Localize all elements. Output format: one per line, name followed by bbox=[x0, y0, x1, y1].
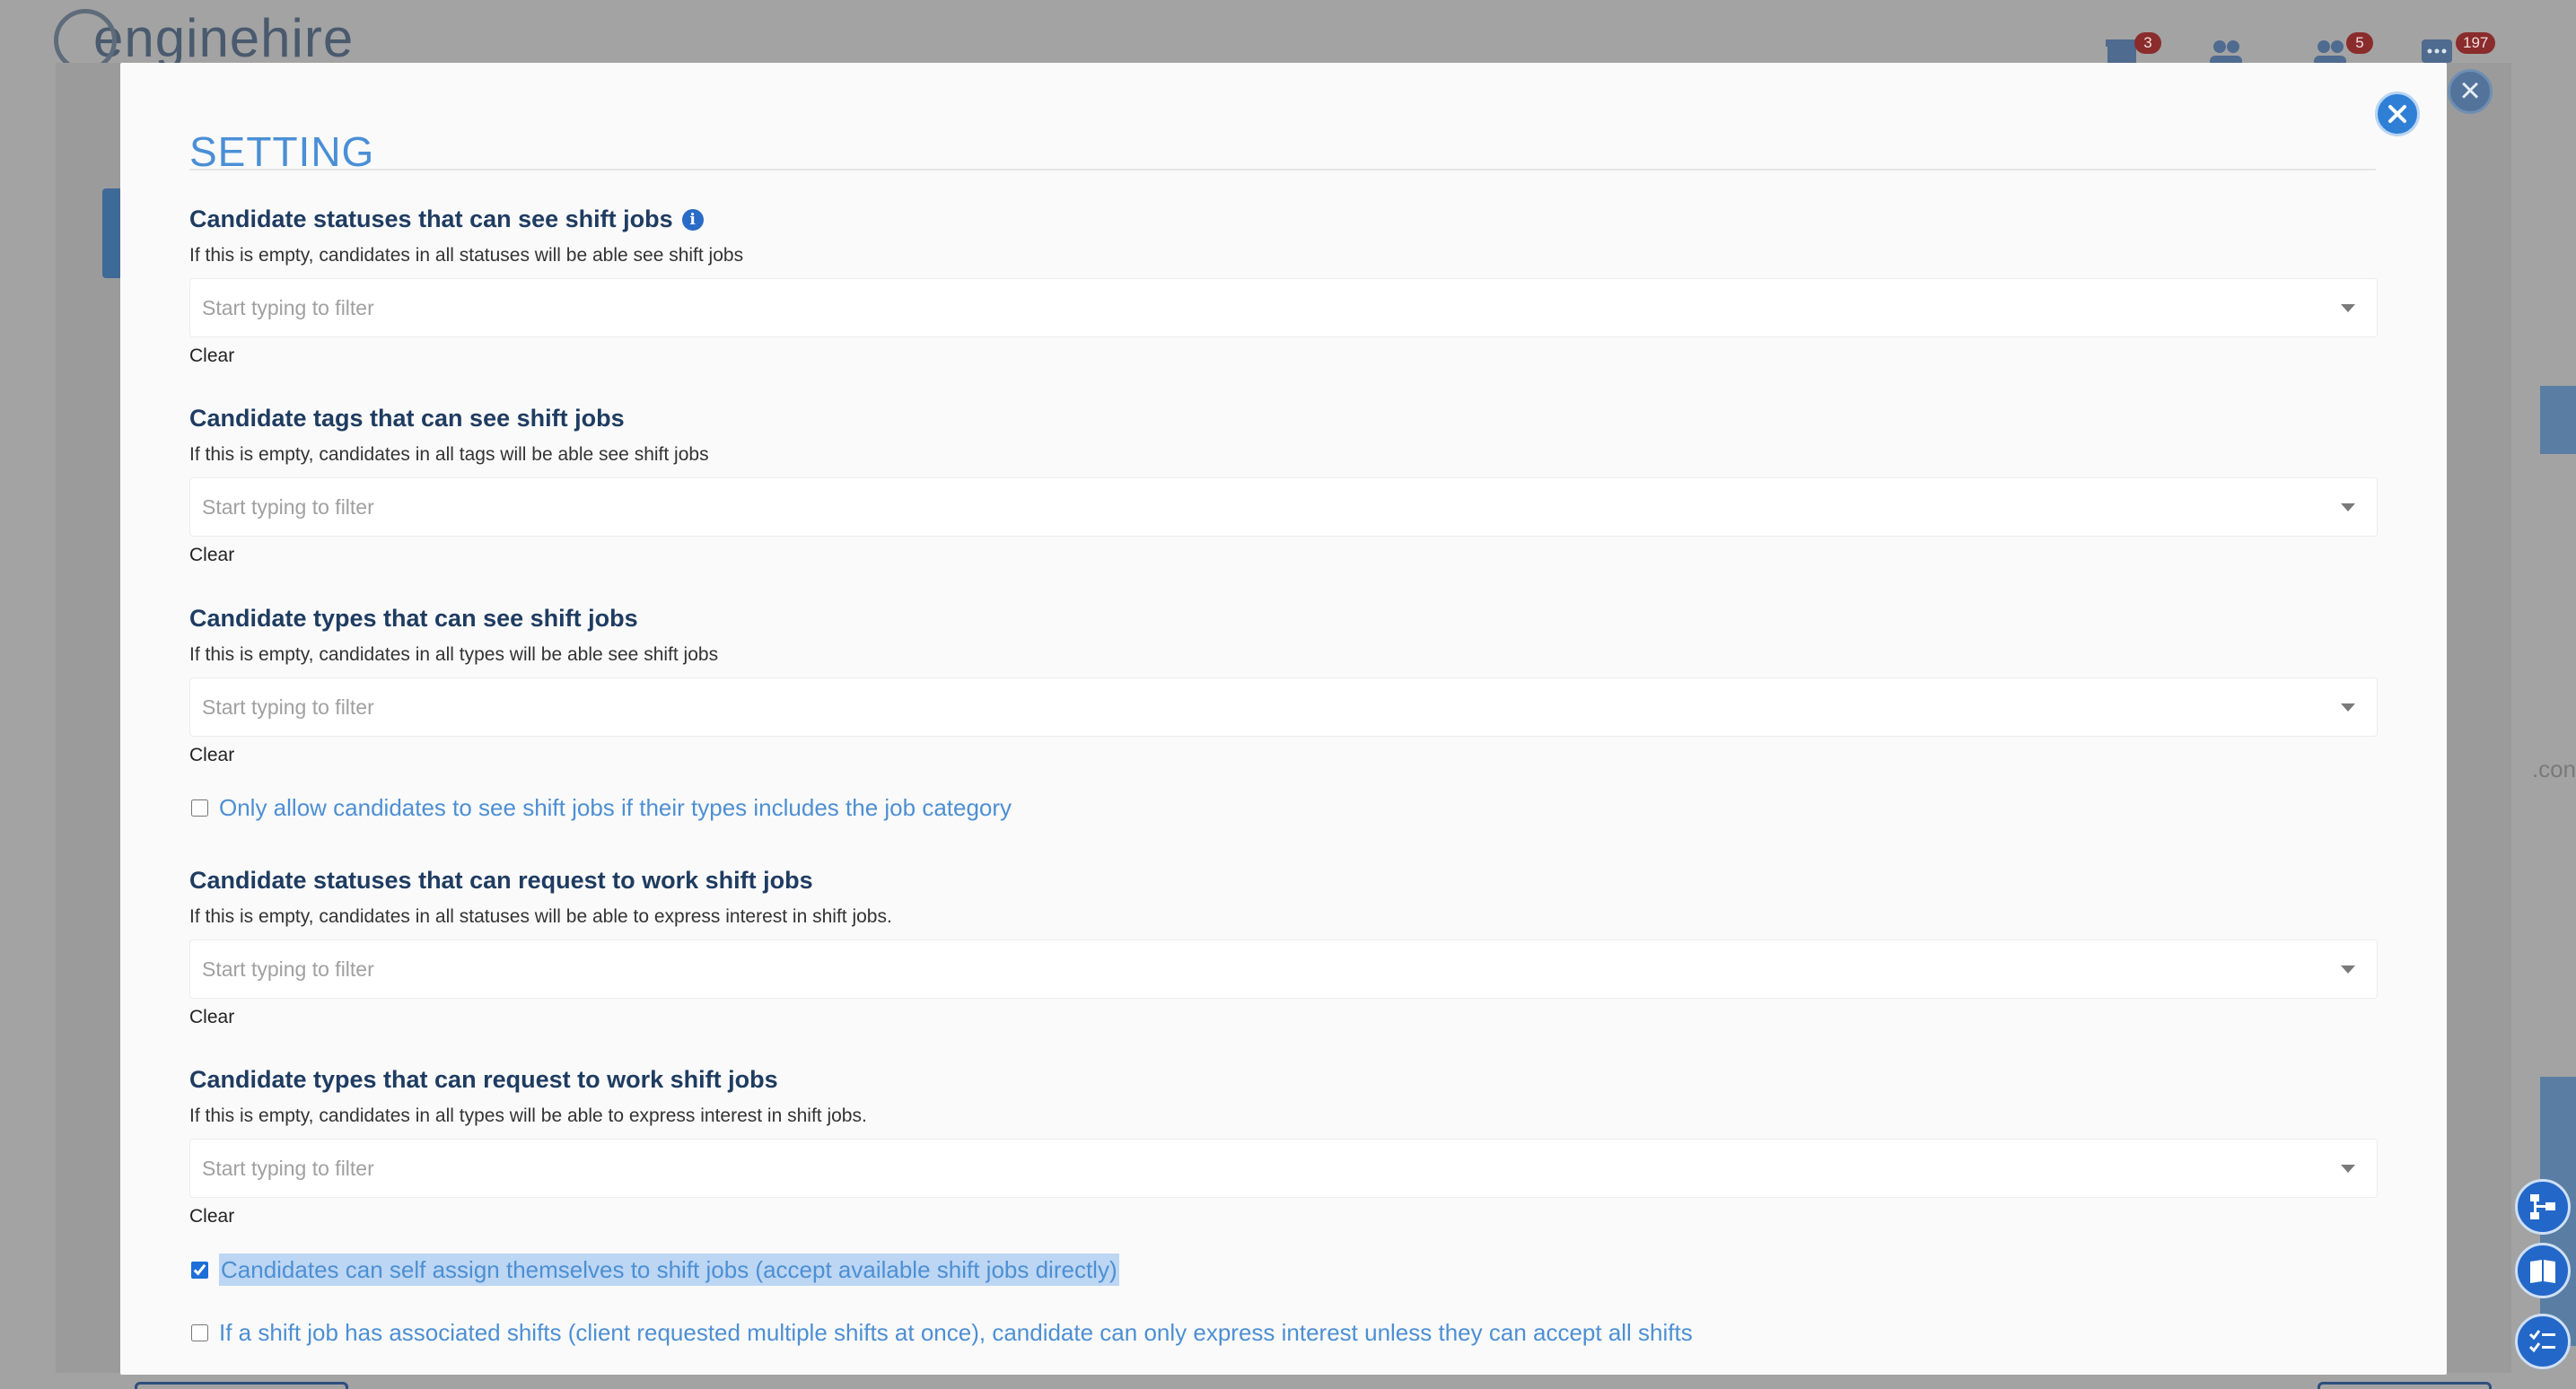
types-include-category-checkbox[interactable] bbox=[191, 799, 208, 817]
filter-input[interactable] bbox=[202, 940, 2320, 998]
self-assign-option[interactable]: Candidates can self assign themselves to… bbox=[189, 1254, 1119, 1287]
request-types-select[interactable] bbox=[189, 1139, 2378, 1198]
enginehire-logo: enginehire bbox=[54, 7, 354, 72]
info-icon[interactable]: i bbox=[681, 208, 704, 231]
background-button bbox=[135, 1382, 348, 1389]
self-assign-checkbox[interactable] bbox=[191, 1261, 208, 1279]
filter-input[interactable] bbox=[202, 478, 2320, 536]
clear-link[interactable]: Clear bbox=[189, 1008, 234, 1026]
associated-shifts-option[interactable]: If a shift job has associated shifts (cl… bbox=[189, 1316, 1693, 1349]
settings-modal: SETTING Candidate statuses that can see … bbox=[120, 63, 2447, 1375]
types-include-category-option[interactable]: Only allow candidates to see shift jobs … bbox=[189, 791, 1012, 824]
modal-header: SETTING bbox=[189, 99, 2376, 175]
clear-link[interactable]: Clear bbox=[189, 346, 234, 365]
field-title: Candidate statuses that can see shift jo… bbox=[189, 207, 704, 232]
filter-input[interactable] bbox=[202, 678, 2320, 736]
background-strip bbox=[2540, 386, 2576, 454]
hierarchy-icon[interactable] bbox=[2515, 1179, 2571, 1235]
field-help: If this is empty, candidates in all stat… bbox=[189, 906, 892, 927]
background-url-fragment: .con bbox=[2531, 756, 2576, 782]
clear-link[interactable]: Clear bbox=[189, 1207, 234, 1226]
background-button bbox=[2318, 1382, 2492, 1389]
checkbox-label[interactable]: Only allow candidates to see shift jobs … bbox=[219, 791, 1012, 824]
background-close-icon[interactable]: × bbox=[2448, 69, 2493, 114]
field-title: Candidate types that can request to work… bbox=[189, 1066, 778, 1093]
filter-input[interactable] bbox=[202, 279, 2320, 336]
book-icon[interactable] bbox=[2515, 1243, 2571, 1298]
filter-input[interactable] bbox=[202, 1140, 2320, 1197]
people-alt-badge: 5 bbox=[2346, 32, 2373, 54]
chevron-down-icon[interactable] bbox=[2341, 503, 2355, 511]
associated-shifts-checkbox[interactable] bbox=[191, 1323, 208, 1341]
clear-link[interactable]: Clear bbox=[189, 546, 234, 564]
field-title: Candidate statuses that can request to w… bbox=[189, 867, 813, 894]
checkbox-label[interactable]: If a shift job has associated shifts (cl… bbox=[219, 1316, 1693, 1349]
field-help: If this is empty, candidates in all stat… bbox=[189, 245, 744, 266]
field-help: If this is empty, candidates in all tags… bbox=[189, 444, 709, 465]
chevron-down-icon[interactable] bbox=[2341, 304, 2355, 312]
modal-title: SETTING bbox=[189, 128, 375, 175]
checklist-icon[interactable] bbox=[2515, 1314, 2571, 1369]
checkbox-label[interactable]: Candidates can self assign themselves to… bbox=[219, 1254, 1119, 1287]
request-statuses-select[interactable] bbox=[189, 939, 2378, 999]
field-title: Candidate types that can see shift jobs bbox=[189, 605, 638, 632]
field-help: If this is empty, candidates in all type… bbox=[189, 1105, 867, 1126]
clear-link[interactable]: Clear bbox=[189, 746, 234, 764]
field-title: Candidate tags that can see shift jobs bbox=[189, 405, 625, 432]
messages-badge: 197 bbox=[2456, 32, 2496, 54]
chevron-down-icon[interactable] bbox=[2341, 965, 2355, 974]
field-help: If this is empty, candidates in all type… bbox=[189, 644, 719, 665]
chevron-down-icon[interactable] bbox=[2341, 703, 2355, 712]
candidate-tags-select[interactable] bbox=[189, 477, 2378, 537]
chevron-down-icon[interactable] bbox=[2341, 1165, 2355, 1173]
close-icon[interactable] bbox=[2375, 92, 2420, 136]
store-badge: 3 bbox=[2134, 32, 2161, 54]
candidate-statuses-select[interactable] bbox=[189, 278, 2378, 337]
candidate-types-select[interactable] bbox=[189, 677, 2378, 737]
